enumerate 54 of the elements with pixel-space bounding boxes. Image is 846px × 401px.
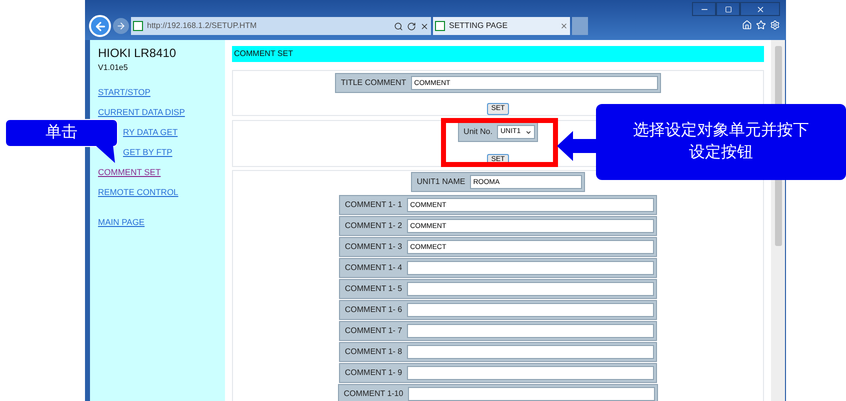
input-field[interactable] <box>407 345 654 359</box>
field-label: Unit No. <box>462 126 494 138</box>
field-label: TITLE COMMENT <box>340 77 408 89</box>
page-icon <box>133 21 143 31</box>
field-label: COMMENT 1- 9 <box>344 367 404 379</box>
field-label: COMMENT 1- 8 <box>344 346 404 358</box>
sidebar-link[interactable]: MAIN PAGE <box>98 212 145 232</box>
page-icon <box>435 21 445 31</box>
forward-arrow-icon <box>116 21 126 31</box>
browser-tab[interactable]: SETTING PAGE <box>433 17 570 35</box>
sidebar-link[interactable]: REMOTE CONTROL <box>98 182 178 202</box>
maximize-button[interactable] <box>716 2 740 16</box>
caret-icon <box>525 128 532 136</box>
input-field[interactable] <box>408 387 656 401</box>
close-button[interactable] <box>740 2 780 16</box>
section-header: COMMENT SET <box>232 46 764 62</box>
field-label: COMMENT 1- 7 <box>344 325 404 337</box>
version-text: V1.01e5 <box>98 62 129 74</box>
field-label: COMMENT 1- 1 <box>344 199 404 211</box>
close-icon <box>756 4 764 14</box>
input-field[interactable] <box>407 303 654 317</box>
settings-icon[interactable] <box>770 20 780 30</box>
search-icon[interactable] <box>394 22 403 30</box>
tab-title: SETTING PAGE <box>449 20 509 32</box>
input-field[interactable] <box>407 366 654 380</box>
forward-button[interactable] <box>113 18 129 34</box>
sidebar-link[interactable]: RY DATA GET <box>123 122 178 142</box>
address-bar[interactable]: http://192.168.1.2/SETUP.HTM <box>131 17 431 35</box>
field-label: COMMENT 1-10 <box>342 388 404 400</box>
field-label: COMMENT 1- 5 <box>344 283 404 295</box>
field-label: COMMENT 1- 6 <box>344 304 404 316</box>
callout-text: 单击 <box>46 125 78 141</box>
field-label: COMMENT 1- 4 <box>344 262 404 274</box>
sidebar-link[interactable]: START/STOP <box>98 82 150 102</box>
callout-text: 选择设定对象单元并按下设定按钮 <box>632 120 810 163</box>
input-field[interactable] <box>407 324 654 338</box>
refresh-icon[interactable] <box>407 22 416 30</box>
sidebar-link[interactable]: COMMENT SET <box>98 162 161 182</box>
back-button[interactable] <box>89 15 111 37</box>
maximize-icon <box>724 6 732 12</box>
sidebar-link[interactable]: GET BY FTP <box>123 142 172 162</box>
home-icon[interactable] <box>742 20 752 30</box>
favorites-icon[interactable] <box>756 20 766 30</box>
back-arrow-icon <box>94 20 106 32</box>
input-field[interactable] <box>407 261 654 275</box>
input-field[interactable] <box>407 282 654 296</box>
device-title: HIOKI LR8410 <box>98 45 178 62</box>
stop-icon[interactable] <box>420 22 429 30</box>
field-label: COMMENT 1- 2 <box>344 220 404 232</box>
close-tab-icon[interactable] <box>560 22 568 30</box>
sidebar-link[interactable]: CURRENT DATA DISP <box>98 102 185 122</box>
url-text: http://192.168.1.2/SETUP.HTM <box>147 20 258 32</box>
field-label: UNIT1 NAME <box>416 176 466 188</box>
field-label: COMMENT 1- 3 <box>344 241 404 253</box>
